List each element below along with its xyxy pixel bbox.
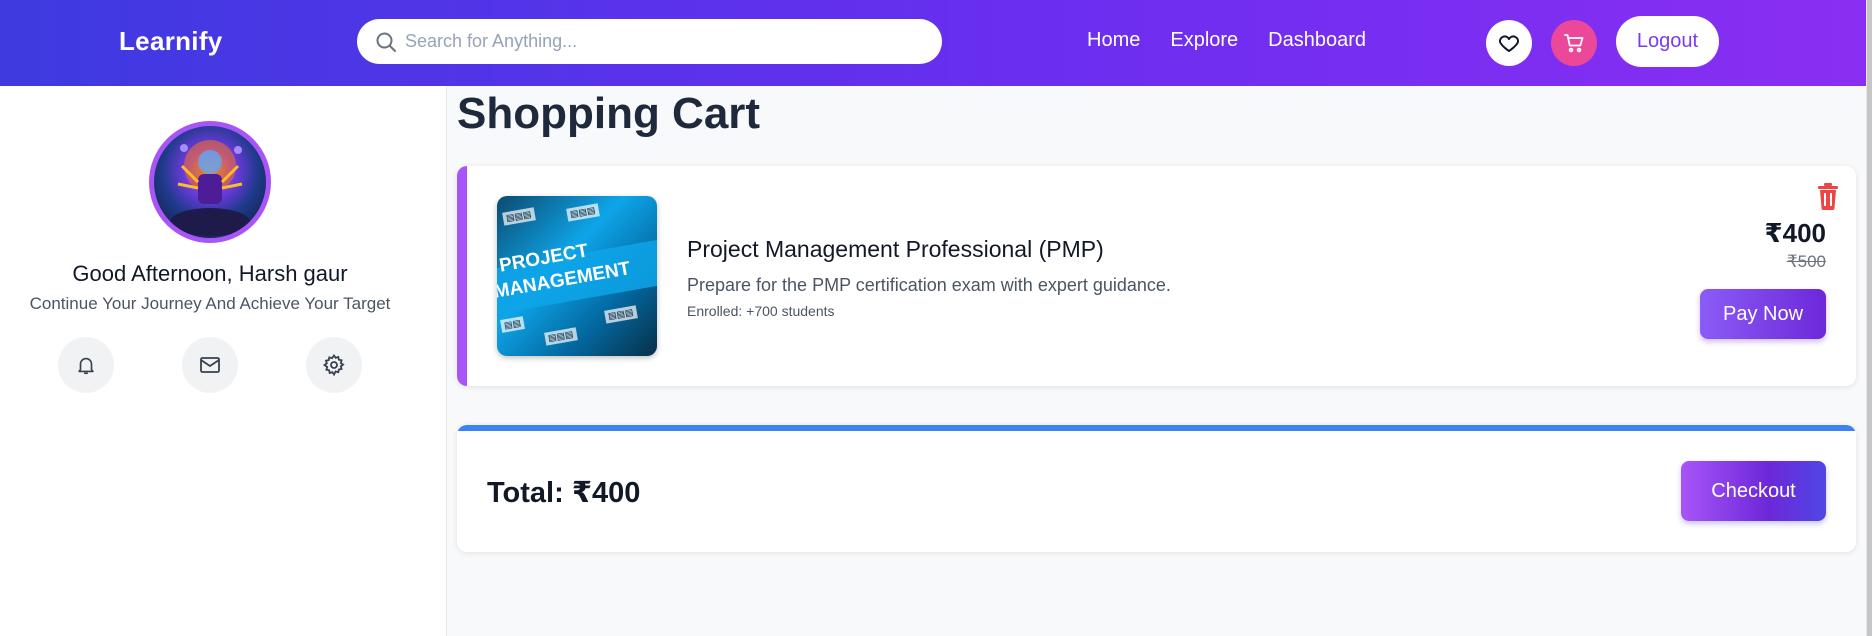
- nav-link-dashboard[interactable]: Dashboard: [1268, 29, 1366, 52]
- messages-button[interactable]: [182, 337, 238, 393]
- course-description: Prepare for the PMP certification exam w…: [687, 275, 1171, 295]
- course-title[interactable]: Project Management Professional (PMP): [687, 236, 1104, 263]
- notifications-button[interactable]: [58, 337, 114, 393]
- search-bar[interactable]: [357, 19, 942, 64]
- greeting-subtitle: Continue Your Journey And Achieve Your T…: [29, 294, 391, 313]
- card-accent-bar: [457, 166, 467, 386]
- bell-icon: [78, 357, 94, 375]
- thumb-decoration: ▤▤▤: [604, 305, 638, 324]
- original-price: ₹500: [1786, 252, 1826, 271]
- current-price: ₹400: [1764, 218, 1826, 248]
- pay-now-button[interactable]: Pay Now: [1700, 289, 1826, 339]
- cart-icon: [1564, 34, 1584, 53]
- page-title: Shopping Cart: [457, 89, 761, 138]
- greeting-text: Good Afternoon, Harsh gaur: [72, 261, 348, 286]
- nav-link-explore[interactable]: Explore: [1170, 29, 1238, 52]
- thumb-decoration: ▤▤▤: [566, 203, 600, 222]
- search-icon: [376, 32, 396, 52]
- course-thumbnail[interactable]: ▤▤▤ ▤▤▤ PROJECT MANAGEMENT ▤▤ ▤▤▤ ▤▤▤: [497, 196, 657, 356]
- wishlist-button[interactable]: [1486, 20, 1532, 66]
- mail-icon: [200, 357, 220, 373]
- trash-icon[interactable]: [1816, 182, 1840, 210]
- heart-icon: [1498, 35, 1520, 52]
- settings-button[interactable]: [306, 337, 362, 393]
- nav-link-home[interactable]: Home: [1087, 29, 1140, 52]
- logo[interactable]: Learnify: [119, 26, 223, 57]
- thumb-decoration: ▤▤: [500, 316, 525, 333]
- sidebar: Good Afternoon, Harsh gaur Continue Your…: [0, 86, 447, 636]
- search-input[interactable]: [405, 19, 925, 64]
- checkout-button[interactable]: Checkout: [1681, 461, 1826, 521]
- settings-icon: [322, 353, 345, 377]
- thumb-decoration: ▤▤▤: [502, 207, 536, 226]
- nav-links: Home Explore Dashboard: [1087, 29, 1396, 52]
- course-enrolled: Enrolled: +700 students: [687, 303, 835, 319]
- avatar[interactable]: [149, 121, 271, 243]
- thumb-decoration: ▤▤▤: [544, 327, 578, 346]
- total-card-top-bar: [457, 425, 1856, 431]
- total-card: Total: ₹400 Checkout: [457, 425, 1856, 552]
- cart-total: Total: ₹400: [487, 477, 641, 509]
- avatar-image: [170, 140, 250, 236]
- cart-item-card: ▤▤▤ ▤▤▤ PROJECT MANAGEMENT ▤▤ ▤▤▤ ▤▤▤ Pr…: [457, 166, 1856, 386]
- page-scrollbar[interactable]: [1866, 0, 1872, 636]
- cart-button[interactable]: [1551, 20, 1597, 66]
- top-navbar: Learnify Home Explore Dashboard Logout: [0, 0, 1866, 86]
- logout-button[interactable]: Logout: [1616, 16, 1719, 67]
